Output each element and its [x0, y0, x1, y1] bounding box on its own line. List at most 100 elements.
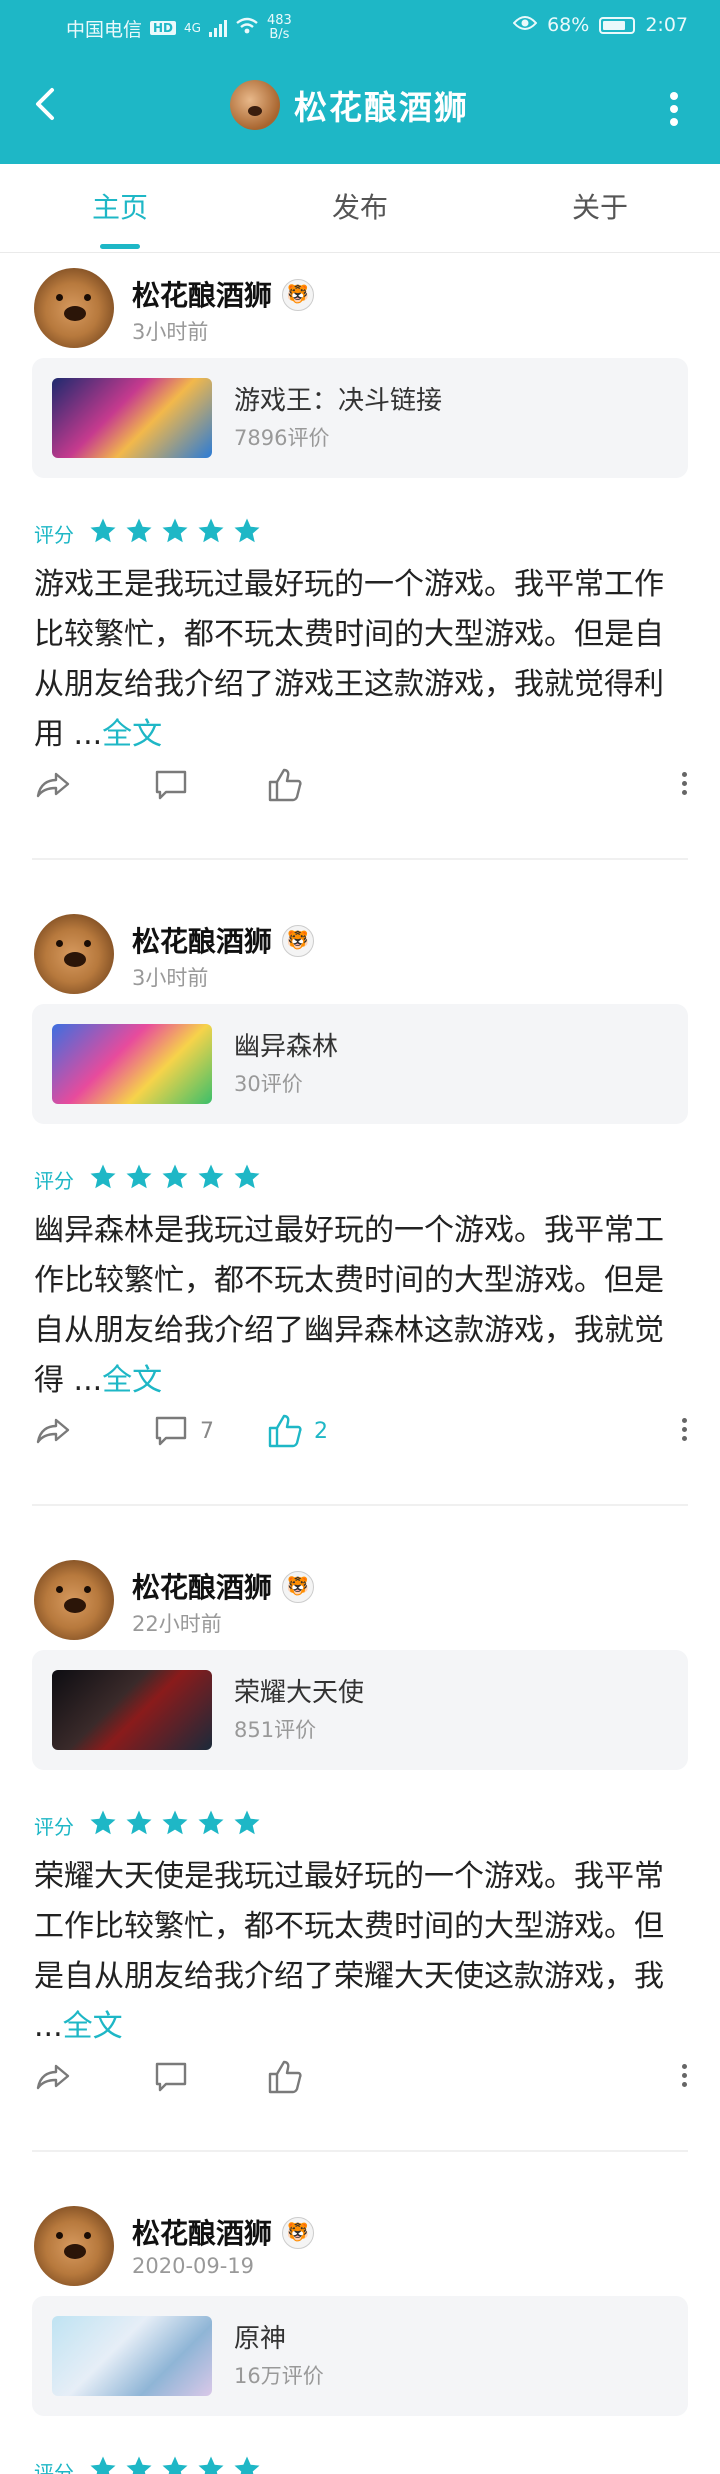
- post-actions: [34, 762, 688, 806]
- post-card: 松花酿酒狮 🐯 3小时前 幽异森林 30评价 评分 幽异森林是我玩过最好玩的一个游…: [0, 900, 720, 1546]
- game-card[interactable]: 幽异森林 30评价: [32, 1004, 688, 1124]
- share-button[interactable]: [34, 2058, 72, 2096]
- more-options-button[interactable]: [670, 92, 680, 126]
- avatar[interactable]: [34, 2206, 114, 2286]
- rating: 评分: [34, 1808, 268, 1842]
- star-icon: [126, 1164, 152, 1189]
- post-body[interactable]: 荣耀大天使是我玩过最好玩的一个游戏。我平常工作比较繁忙，都不玩太费时间的大型游戏…: [34, 1852, 664, 2052]
- header-avatar[interactable]: [230, 80, 280, 130]
- badge-icon: 🐯: [282, 278, 315, 311]
- star-icon: [126, 518, 152, 543]
- like-icon: [268, 2060, 302, 2094]
- page-title: 松花酿酒狮: [294, 88, 469, 127]
- badge-icon: 🐯: [282, 2216, 315, 2249]
- star-rating: [88, 1162, 268, 1196]
- star-icon: [162, 1810, 188, 1835]
- post-more-button[interactable]: [682, 2064, 688, 2090]
- more-vertical-icon: [670, 92, 680, 126]
- rating-label: 评分: [34, 522, 74, 547]
- share-icon: [36, 772, 70, 798]
- comment-button[interactable]: 7: [152, 1412, 214, 1450]
- star-icon: [126, 1810, 152, 1835]
- post-body[interactable]: 幽异森林是我玩过最好玩的一个游戏。我平常工作比较繁忙，都不玩太费时间的大型游戏。…: [34, 1206, 664, 1406]
- network-label: 4G: [184, 21, 201, 35]
- more-vertical-icon: [682, 772, 688, 795]
- game-card[interactable]: 原神 16万评价: [32, 2296, 688, 2416]
- battery-percent: 68%: [547, 14, 590, 36]
- star-icon: [234, 1164, 260, 1189]
- game-review-count: 851评价: [234, 1718, 317, 1742]
- star-icon: [198, 518, 224, 543]
- comment-icon: [155, 2062, 187, 2092]
- rating-label: 评分: [34, 1814, 74, 1839]
- avatar[interactable]: [34, 914, 114, 994]
- post-more-button[interactable]: [682, 1418, 688, 1444]
- game-name: 游戏王：决斗链接: [234, 386, 443, 416]
- share-icon: [36, 1418, 70, 1444]
- read-more-link[interactable]: 全文: [102, 717, 162, 752]
- star-rating: [88, 1808, 268, 1842]
- author-name[interactable]: 松花酿酒狮 🐯: [132, 274, 315, 314]
- title-wrap: 松花酿酒狮: [230, 80, 469, 130]
- game-card[interactable]: 荣耀大天使 851评价: [32, 1650, 688, 1770]
- tab-home[interactable]: 主页: [50, 186, 190, 226]
- comment-button[interactable]: [152, 2058, 200, 2096]
- like-button[interactable]: [266, 2058, 314, 2096]
- battery-icon: [599, 16, 636, 34]
- author-label: 松花酿酒狮: [132, 1571, 273, 1604]
- app-header: 中国电信 HD 4G 483 B/s 68% 2:07 松花酿酒狮: [0, 0, 720, 164]
- post-divider: [32, 858, 688, 860]
- title-bar: 松花酿酒狮: [0, 70, 720, 146]
- star-icon: [90, 518, 116, 543]
- author-name[interactable]: 松花酿酒狮 🐯: [132, 1566, 315, 1606]
- post-more-button[interactable]: [682, 772, 688, 798]
- badge-icon: 🐯: [282, 1570, 315, 1603]
- post-text: 荣耀大天使是我玩过最好玩的一个游戏。我平常工作比较繁忙，都不玩太费时间的大型游戏…: [34, 1859, 664, 2044]
- share-button[interactable]: [34, 766, 72, 804]
- author-name[interactable]: 松花酿酒狮 🐯: [132, 2212, 315, 2252]
- comment-button[interactable]: [152, 766, 200, 804]
- star-icon: [90, 1810, 116, 1835]
- avatar[interactable]: [34, 268, 114, 348]
- comment-icon: [155, 770, 187, 800]
- eye-icon: [512, 14, 538, 36]
- rating: 评分: [34, 516, 268, 550]
- like-button[interactable]: [266, 766, 314, 804]
- rating-label: 评分: [34, 2460, 74, 2474]
- game-thumbnail: [52, 1670, 212, 1750]
- star-icon: [162, 518, 188, 543]
- game-review-count: 30评价: [234, 1072, 303, 1096]
- like-button[interactable]: 2: [266, 1412, 328, 1450]
- star-icon: [198, 1164, 224, 1189]
- author-label: 松花酿酒狮: [132, 2217, 273, 2250]
- speed-unit: B/s: [269, 27, 290, 42]
- back-button[interactable]: [26, 84, 66, 124]
- clock-time: 2:07: [645, 14, 688, 36]
- more-vertical-icon: [682, 2064, 688, 2087]
- tab-publish[interactable]: 发布: [290, 186, 430, 226]
- star-rating: [88, 516, 268, 550]
- read-more-link[interactable]: 全文: [63, 2009, 123, 2044]
- post-actions: [34, 2054, 688, 2098]
- game-card[interactable]: 游戏王：决斗链接 7896评价: [32, 358, 688, 478]
- share-button[interactable]: [34, 1412, 72, 1450]
- game-review-count: 7896评价: [234, 426, 330, 450]
- signal-icon: [208, 19, 227, 37]
- badge-icon: 🐯: [282, 924, 315, 957]
- post-card: 松花酿酒狮 🐯 2020-09-19 原神 16万评价 评分: [0, 2192, 720, 2474]
- like-count: 2: [314, 1418, 328, 1444]
- author-label: 松花酿酒狮: [132, 279, 273, 312]
- star-rating: [88, 2454, 268, 2474]
- game-name: 原神: [234, 2324, 287, 2354]
- post-body[interactable]: 游戏王是我玩过最好玩的一个游戏。我平常工作比较繁忙，都不玩太费时间的大型游戏。但…: [34, 560, 664, 760]
- star-icon: [234, 2456, 260, 2474]
- rating: 评分: [34, 1162, 268, 1196]
- tab-about[interactable]: 关于: [530, 186, 670, 226]
- comment-icon: [155, 1416, 187, 1446]
- author-name[interactable]: 松花酿酒狮 🐯: [132, 920, 315, 960]
- author-label: 松花酿酒狮: [132, 925, 273, 958]
- read-more-link[interactable]: 全文: [102, 1363, 162, 1398]
- star-icon: [234, 1810, 260, 1835]
- speed-value: 483: [266, 13, 292, 28]
- avatar[interactable]: [34, 1560, 114, 1640]
